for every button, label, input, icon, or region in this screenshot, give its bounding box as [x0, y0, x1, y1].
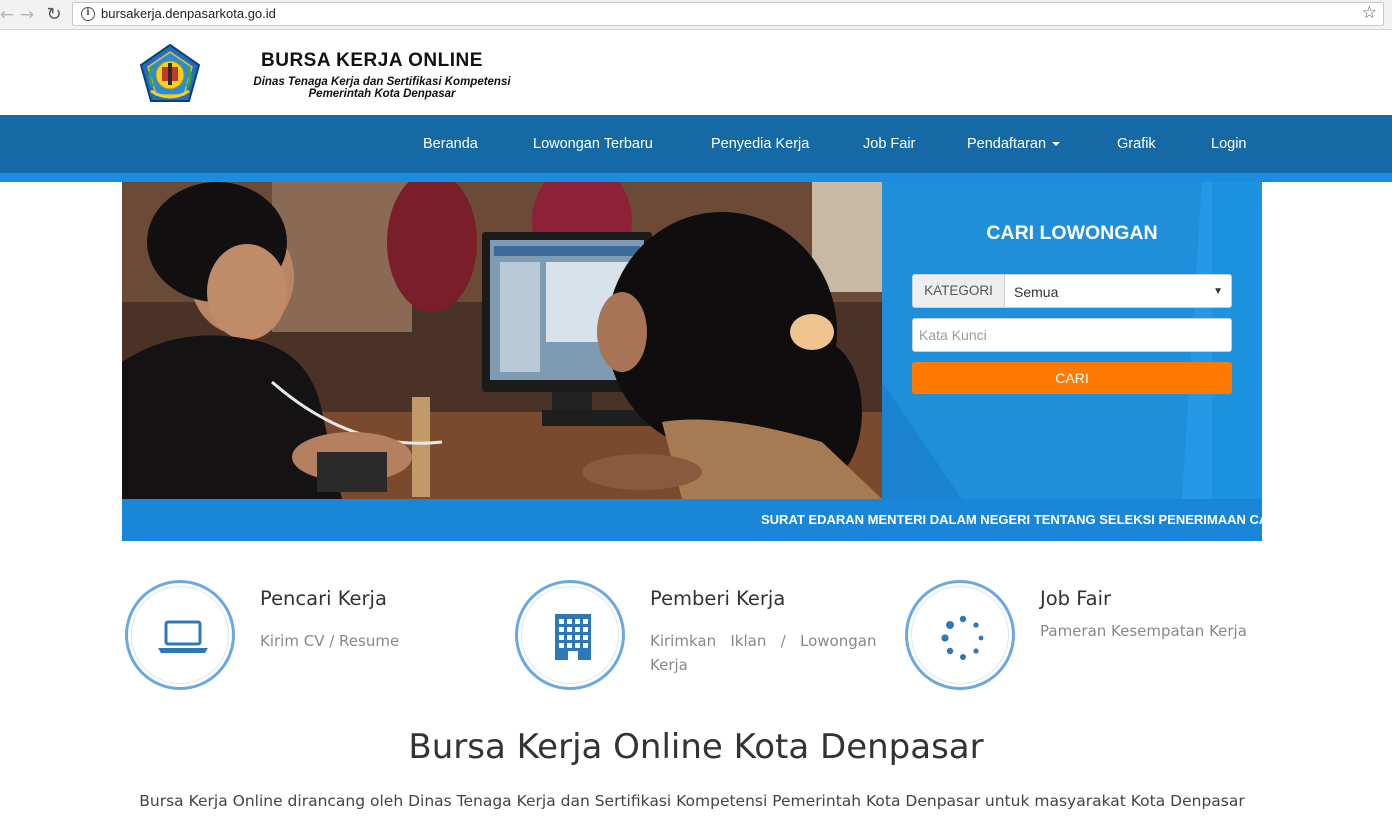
reload-icon[interactable]: ↻: [43, 4, 65, 26]
nav-item-lowongan-terbaru[interactable]: Lowongan Terbaru: [533, 136, 653, 152]
city-emblem-logo[interactable]: [137, 43, 203, 106]
nav-item-login[interactable]: Login: [1211, 136, 1246, 152]
page-intro-text: Bursa Kerja Online dirancang oleh Dinas …: [139, 792, 1245, 820]
caret-down-icon: [1052, 142, 1061, 147]
category-select-value: Semua: [1014, 284, 1059, 300]
star-icon[interactable]: ☆: [1362, 3, 1377, 23]
pencari-kerja-desc: Kirim CV / Resume: [260, 632, 400, 650]
nav-item-penyedia-kerja[interactable]: Penyedia Kerja: [711, 136, 809, 152]
category-select[interactable]: Semua ▼: [1004, 274, 1232, 308]
hero-photo: [122, 182, 882, 499]
pemberi-kerja-circle[interactable]: [515, 580, 625, 690]
pemberi-kerja-desc-line2: Kerja: [650, 656, 688, 674]
info-icon[interactable]: i: [81, 7, 95, 21]
navbar-accent-strip: [0, 173, 1392, 182]
page-heading: Bursa Kerja Online Kota Denpasar: [408, 727, 984, 767]
job-fair-title[interactable]: Job Fair: [1040, 587, 1111, 610]
keyword-input[interactable]: [912, 318, 1232, 352]
main-navbar: Beranda Lowongan Terbaru Penyedia Kerja …: [0, 115, 1392, 173]
nav-item-pendaftaran-label: Pendaftaran: [967, 136, 1047, 152]
pencari-kerja-circle[interactable]: [125, 580, 235, 690]
announcement-ticker[interactable]: SURAT EDARAN MENTERI DALAM NEGERI TENTAN…: [122, 499, 1262, 541]
url-text[interactable]: bursakerja.denpasarkota.go.id: [101, 6, 276, 21]
pemberi-kerja-desc-line1: Kirimkan Iklan / Lowongan: [650, 632, 877, 650]
spinner-icon: [941, 615, 984, 660]
nav-item-pendaftaran[interactable]: Pendaftaran: [967, 136, 1061, 152]
site-header: BURSA KERJA ONLINE Dinas Tenaga Kerja da…: [0, 30, 1392, 115]
building-icon: [555, 614, 591, 660]
category-label: KATEGORI: [912, 274, 1005, 308]
arrow-right-icon[interactable]: →: [16, 4, 38, 26]
site-title[interactable]: BURSA KERJA ONLINE: [261, 50, 483, 72]
job-fair-circle[interactable]: [905, 580, 1015, 690]
nav-item-job-fair[interactable]: Job Fair: [863, 136, 915, 152]
nav-item-beranda[interactable]: Beranda: [423, 136, 478, 152]
search-button[interactable]: CARI: [912, 362, 1232, 394]
pemberi-kerja-title[interactable]: Pemberi Kerja: [650, 587, 785, 610]
laptop-icon: [158, 620, 208, 653]
announcement-text[interactable]: SURAT EDARAN MENTERI DALAM NEGERI TENTAN…: [761, 512, 1262, 527]
address-bar[interactable]: i bursakerja.denpasarkota.go.id ☆: [72, 2, 1384, 26]
hero-section: CARI LOWONGAN KATEGORI Semua ▼ CARI: [122, 182, 1262, 499]
job-fair-desc: Pameran Kesempatan Kerja: [1040, 622, 1247, 640]
nav-item-grafik[interactable]: Grafik: [1117, 136, 1156, 152]
site-subtitle-line1: Dinas Tenaga Kerja dan Sertifikasi Kompe…: [253, 76, 511, 88]
search-panel: CARI LOWONGAN KATEGORI Semua ▼ CARI: [882, 182, 1262, 499]
dropdown-arrow-icon: ▼: [1213, 286, 1223, 297]
pencari-kerja-title[interactable]: Pencari Kerja: [260, 587, 387, 610]
browser-toolbar: ← → ↻ i bursakerja.denpasarkota.go.id ☆: [0, 0, 1392, 30]
search-title: CARI LOWONGAN: [986, 222, 1158, 244]
site-subtitle-line2: Pemerintah Kota Denpasar: [308, 88, 456, 100]
